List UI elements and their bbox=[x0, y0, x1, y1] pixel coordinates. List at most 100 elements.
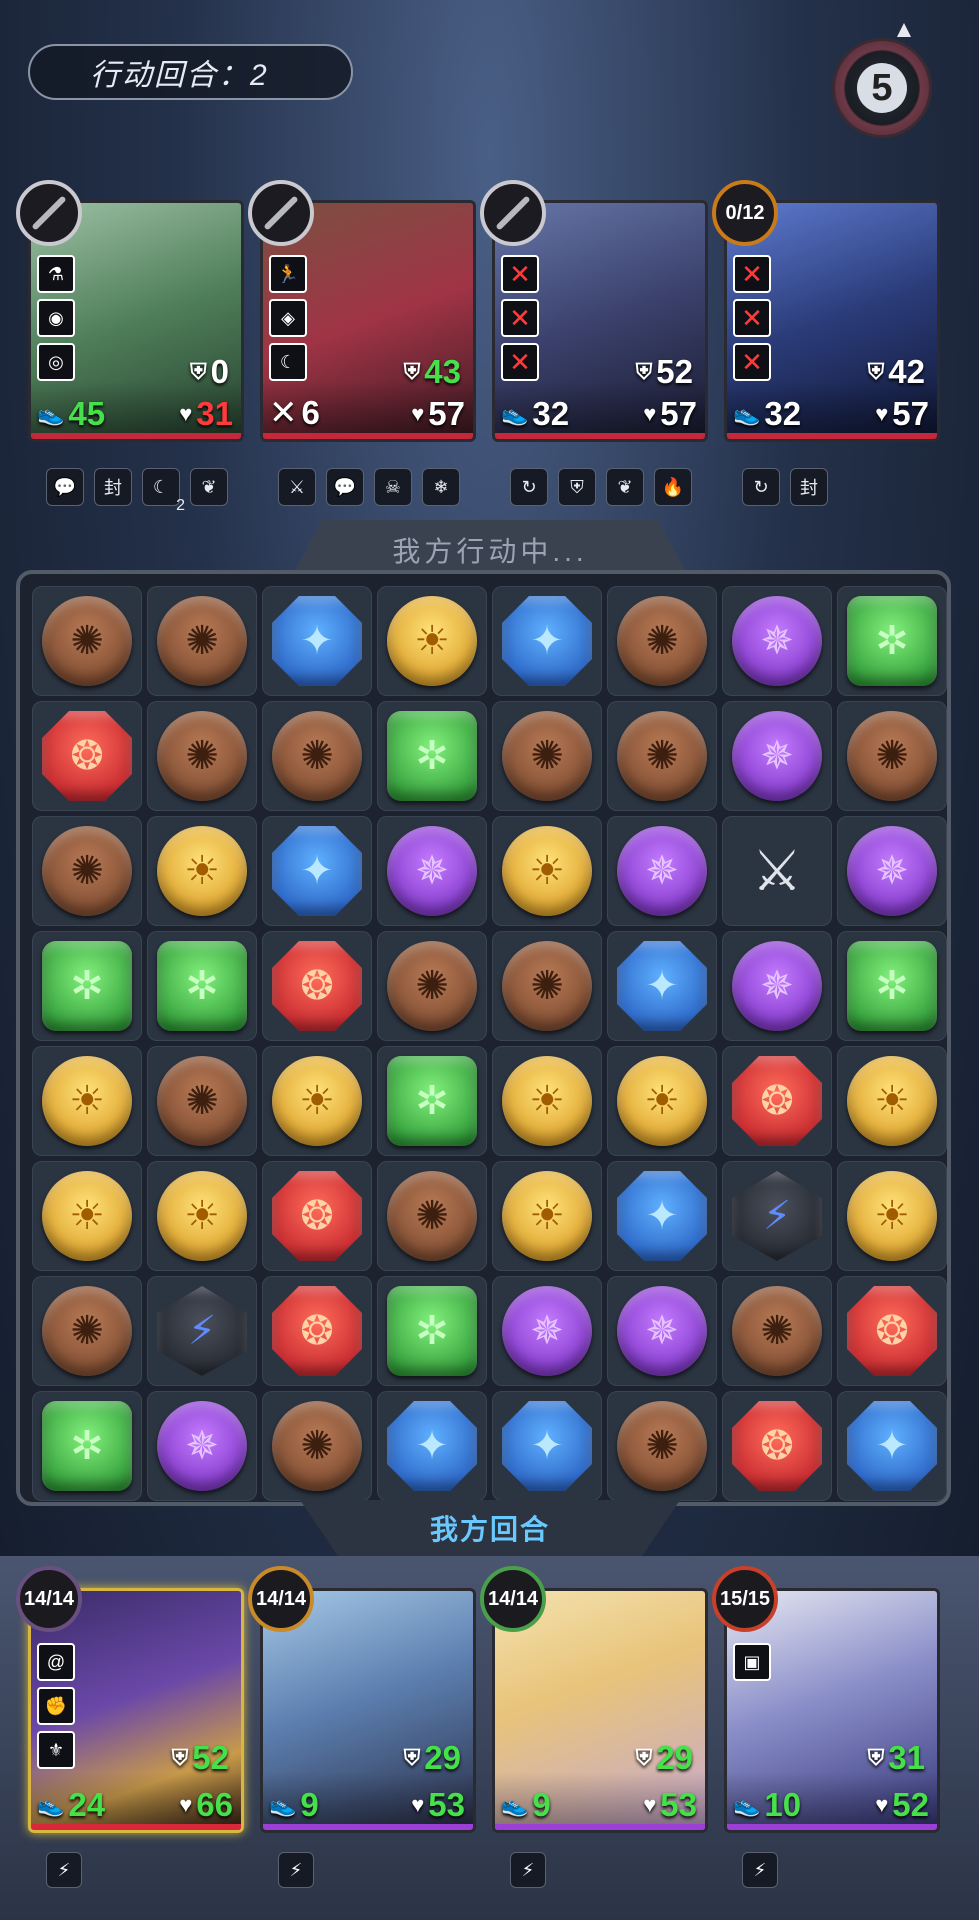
status-icons: ✕ ✕ ✕ bbox=[733, 255, 771, 381]
cycle-icon[interactable]: ↻ bbox=[510, 468, 548, 506]
board-tile[interactable]: ✺ bbox=[722, 1276, 832, 1386]
board-tile[interactable]: ✲ bbox=[837, 586, 947, 696]
ally-1-skill-icon[interactable]: ⚡ bbox=[46, 1852, 82, 1888]
board-tile[interactable]: ✺ bbox=[262, 701, 372, 811]
board-tile[interactable]: ✺ bbox=[492, 701, 602, 811]
board-tile[interactable]: ☀ bbox=[492, 1046, 602, 1156]
board-tile[interactable]: ❂ bbox=[262, 1161, 372, 1271]
green-gem-icon: ✲ bbox=[157, 941, 247, 1031]
board-tile[interactable]: ✦ bbox=[492, 586, 602, 696]
board-tile[interactable]: ☀ bbox=[607, 1046, 717, 1156]
x-icon: ✕ bbox=[501, 343, 539, 381]
board-tile[interactable]: ✵ bbox=[607, 816, 717, 926]
board-tile[interactable]: ✲ bbox=[32, 931, 142, 1041]
board-tile[interactable]: ✵ bbox=[607, 1276, 717, 1386]
board-tile[interactable]: ✦ bbox=[607, 931, 717, 1041]
board-tile[interactable]: ☀ bbox=[377, 586, 487, 696]
board-tile[interactable]: ☀ bbox=[837, 1046, 947, 1156]
board-tile[interactable]: ✦ bbox=[262, 816, 372, 926]
board-tile[interactable]: ✲ bbox=[377, 701, 487, 811]
board-tile[interactable]: ✲ bbox=[377, 1276, 487, 1386]
hp-stat: ♥ 31 bbox=[179, 395, 233, 432]
board-tile[interactable]: ☀ bbox=[147, 816, 257, 926]
board-tile[interactable]: ❂ bbox=[722, 1391, 832, 1501]
skull-icon[interactable]: ☠ bbox=[374, 468, 412, 506]
board-tile[interactable]: ☀ bbox=[837, 1161, 947, 1271]
ally-3-skill-icon[interactable]: ⚡ bbox=[510, 1852, 546, 1888]
brown-gem-icon: ✺ bbox=[42, 596, 132, 686]
ally-4-skill-icon[interactable]: ⚡ bbox=[742, 1852, 778, 1888]
seal-icon[interactable]: 封 bbox=[94, 468, 132, 506]
board-tile[interactable]: ✺ bbox=[147, 1046, 257, 1156]
flame-icon[interactable]: 🔥 bbox=[654, 468, 692, 506]
board-tile[interactable]: ✵ bbox=[837, 816, 947, 926]
moon-icon[interactable]: ☾ 2 bbox=[142, 468, 185, 514]
board-tile[interactable]: ✲ bbox=[837, 931, 947, 1041]
snowflake-icon[interactable]: ❄ bbox=[422, 468, 460, 506]
board-tile[interactable]: ☀ bbox=[492, 1161, 602, 1271]
board-tile[interactable]: ✲ bbox=[32, 1391, 142, 1501]
board-tile[interactable]: ✺ bbox=[262, 1391, 372, 1501]
board-tile[interactable]: ✺ bbox=[32, 816, 142, 926]
board-tile[interactable]: ✺ bbox=[607, 586, 717, 696]
board-tile[interactable]: ✺ bbox=[837, 701, 947, 811]
board-tile[interactable]: ✦ bbox=[607, 1161, 717, 1271]
board-tile[interactable]: ✦ bbox=[262, 586, 372, 696]
board-tile[interactable]: ✵ bbox=[722, 701, 832, 811]
board-tile[interactable]: ⚡ bbox=[147, 1276, 257, 1386]
board-tile[interactable]: ✺ bbox=[32, 586, 142, 696]
board-tile[interactable]: ✺ bbox=[147, 586, 257, 696]
board-tile[interactable]: ✺ bbox=[147, 701, 257, 811]
board-tile[interactable]: ☀ bbox=[32, 1161, 142, 1271]
board-tile[interactable]: ✺ bbox=[377, 1161, 487, 1271]
board-tile[interactable]: ✵ bbox=[377, 816, 487, 926]
seal-icon[interactable]: 封 bbox=[790, 468, 828, 506]
enemy-3-skills: ↻ ⛨ ❦ 🔥 bbox=[510, 468, 692, 506]
board-tile[interactable]: ✺ bbox=[492, 931, 602, 1041]
board-tile[interactable]: ✦ bbox=[492, 1391, 602, 1501]
green-gem-icon: ✲ bbox=[387, 1286, 477, 1376]
board-tile[interactable]: ☀ bbox=[32, 1046, 142, 1156]
board-tile[interactable]: ❂ bbox=[32, 701, 142, 811]
board-tile[interactable]: ☀ bbox=[147, 1161, 257, 1271]
board-tile[interactable]: ✦ bbox=[377, 1391, 487, 1501]
board-tile[interactable]: ❂ bbox=[262, 1276, 372, 1386]
board-tile[interactable]: ✺ bbox=[607, 1391, 717, 1501]
board-tile[interactable]: ✲ bbox=[377, 1046, 487, 1156]
robot-icon: ▣ bbox=[733, 1643, 771, 1681]
shield-icon[interactable]: ⛨ bbox=[558, 468, 596, 506]
leaf-icon[interactable]: ❦ bbox=[606, 468, 644, 506]
ally-2-skill-icon[interactable]: ⚡ bbox=[278, 1852, 314, 1888]
board-tile[interactable]: ❂ bbox=[722, 1046, 832, 1156]
board-tile[interactable]: ✲ bbox=[147, 931, 257, 1041]
board-tile[interactable]: ✵ bbox=[492, 1276, 602, 1386]
board-tile[interactable]: ✺ bbox=[32, 1276, 142, 1386]
cycle-icon[interactable]: ↻ bbox=[742, 468, 780, 506]
red-gem-icon: ❂ bbox=[847, 1286, 937, 1376]
board-tile[interactable]: ❂ bbox=[262, 931, 372, 1041]
board-tile[interactable]: ⚡ bbox=[722, 1161, 832, 1271]
yellow-gem-icon: ☀ bbox=[617, 1056, 707, 1146]
chat-icon[interactable]: 💬 bbox=[46, 468, 84, 506]
board-tile[interactable]: ❂ bbox=[837, 1276, 947, 1386]
sword-icon[interactable]: ⚔ bbox=[278, 468, 316, 506]
board-tile[interactable]: ✵ bbox=[722, 586, 832, 696]
board-tile[interactable]: ✦ bbox=[837, 1391, 947, 1501]
leaf-icon[interactable]: ❦ bbox=[190, 468, 228, 506]
board-tile[interactable]: ☀ bbox=[492, 816, 602, 926]
board-tile[interactable]: ☀ bbox=[262, 1046, 372, 1156]
board-tile[interactable]: ✺ bbox=[607, 701, 717, 811]
brown-gem-icon: ✺ bbox=[847, 711, 937, 801]
shield-icon: ⛨ bbox=[403, 1745, 421, 1770]
chat-icon[interactable]: 💬 bbox=[326, 468, 364, 506]
x-icon: ✕ bbox=[501, 255, 539, 293]
hp-stat: ♥ 52 bbox=[875, 1786, 929, 1823]
heart-icon: ♥ bbox=[179, 401, 193, 426]
brown-gem-icon: ✺ bbox=[732, 1286, 822, 1376]
board-tile[interactable]: ⚔ bbox=[722, 816, 832, 926]
board-tile[interactable]: ✵ bbox=[147, 1391, 257, 1501]
board-tile[interactable]: ✵ bbox=[722, 931, 832, 1041]
board-tile[interactable]: ✺ bbox=[377, 931, 487, 1041]
heart-icon: ♥ bbox=[643, 1792, 657, 1817]
round-counter[interactable]: ▲ 5 bbox=[832, 17, 932, 138]
